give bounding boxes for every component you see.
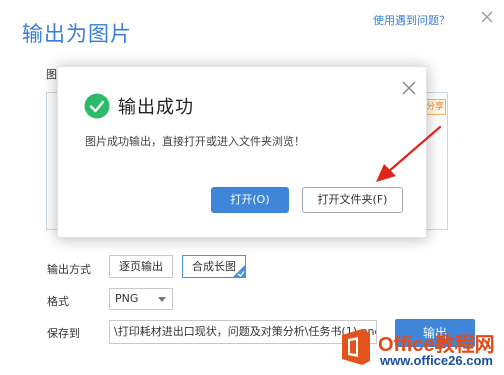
dialog-message: 图片成功输出，直接打开或进入文件夹浏览！ [85,135,305,148]
office-logo-icon [342,329,370,365]
format-select[interactable]: PNG [109,288,173,310]
save-path-input[interactable]: \打印耗材进出口现状，问题及对策分析\任务书(1).png [109,320,377,344]
success-dialog: 输出成功 图片成功输出，直接打开或进入文件夹浏览！ 打开(O) 打开文件夹(F) [57,66,427,238]
open-folder-button[interactable]: 打开文件夹(F) [302,187,403,213]
format-value: PNG [115,292,139,305]
share-button[interactable]: 分享 [424,99,446,115]
dialog-close-icon[interactable] [398,77,420,99]
mode-long-image-label: 合成长图 [192,260,236,273]
mode-long-image-button[interactable]: 合成长图 [182,255,246,278]
success-check-icon [84,93,110,119]
mode-page-by-page-button[interactable]: 逐页输出 [109,255,173,278]
save-to-label: 保存到 [47,327,80,340]
dialog-title: 输出成功 [118,97,194,118]
window-close-icon[interactable] [476,6,498,28]
chevron-down-icon [158,297,166,302]
selected-check-icon [232,264,246,278]
window-title: 输出为图片 [22,22,132,46]
watermark-url: www.office26.com [380,353,493,368]
format-label: 格式 [47,295,69,308]
help-link[interactable]: 使用遇到问题？ [373,12,450,28]
open-button[interactable]: 打开(O) [211,187,289,213]
output-mode-label: 输出方式 [47,263,91,276]
